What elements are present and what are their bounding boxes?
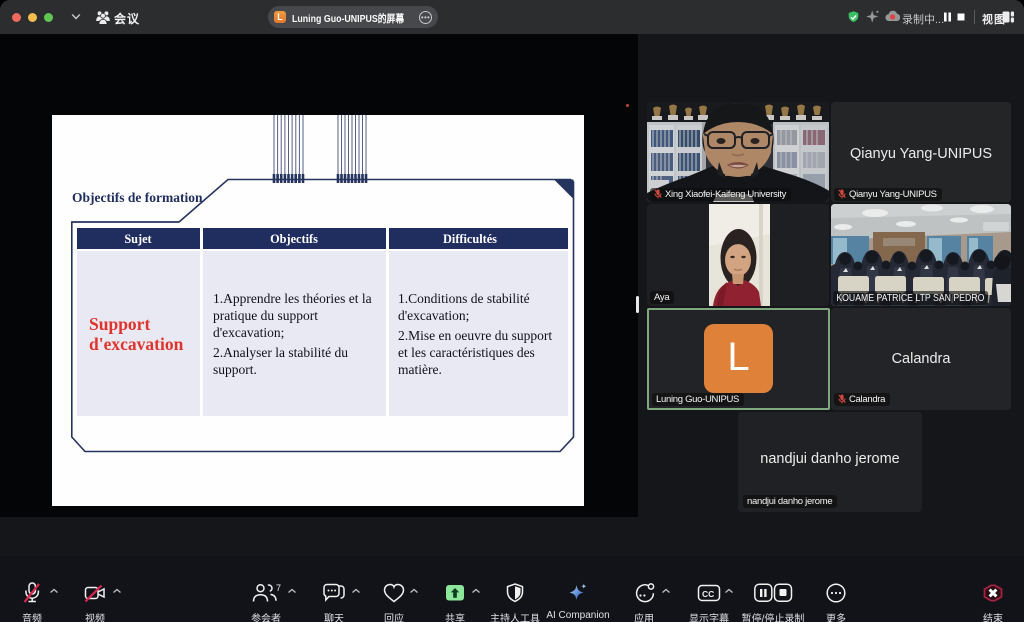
svg-text:7: 7 (276, 583, 281, 593)
svg-text:CC: CC (702, 589, 714, 599)
